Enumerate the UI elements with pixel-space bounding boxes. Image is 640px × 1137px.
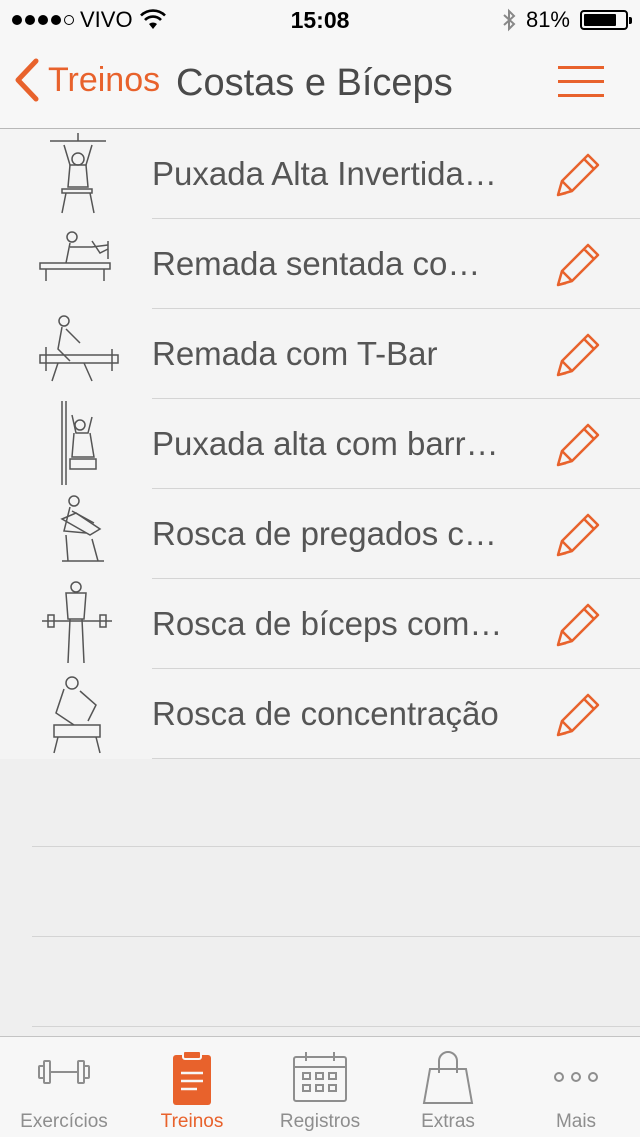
- exercise-illustration: [0, 129, 152, 219]
- tab-bar: Exercícios Treinos Registros Extras Mais: [0, 1036, 640, 1137]
- battery-percent: 81%: [525, 7, 570, 32]
- exercise-row[interactable]: Rosca de concentração: [0, 669, 640, 759]
- exercise-row[interactable]: Puxada Alta Invertida…: [0, 129, 640, 219]
- back-button[interactable]: Treinos: [14, 58, 160, 102]
- tab-exercicios[interactable]: Exercícios: [0, 1037, 128, 1137]
- pencil-icon[interactable]: [552, 689, 604, 741]
- tab-label: Treinos: [160, 1111, 224, 1132]
- status-bar: VIVO 15:08 81%: [0, 0, 640, 40]
- pencil-icon[interactable]: [552, 419, 604, 471]
- exercise-row[interactable]: Remada com T-Bar: [0, 309, 640, 399]
- exercise-list: Puxada Alta Invertida… Remada sentada co…: [0, 129, 640, 759]
- exercise-name: Rosca de concentração: [152, 695, 499, 732]
- battery-icon: [580, 10, 632, 30]
- empty-row: [0, 937, 640, 1027]
- hamburger-icon-line: [558, 80, 604, 83]
- exercise-illustration: [0, 669, 152, 759]
- status-right: 81%: [502, 7, 632, 33]
- calendar-icon: [291, 1049, 349, 1110]
- pencil-icon[interactable]: [552, 329, 604, 381]
- bluetooth-icon: [503, 8, 516, 32]
- exercise-name: Remada com T-Bar: [152, 335, 438, 372]
- pencil-icon[interactable]: [552, 239, 604, 291]
- tab-mais[interactable]: Mais: [512, 1037, 640, 1137]
- exercise-illustration: [0, 309, 152, 399]
- tab-extras[interactable]: Extras: [384, 1037, 512, 1137]
- exercise-illustration: [0, 219, 152, 309]
- empty-list-area: [0, 757, 640, 1027]
- tab-label: Mais: [555, 1111, 597, 1132]
- exercise-row[interactable]: Rosca de pregados c…: [0, 489, 640, 579]
- tab-label: Registros: [279, 1111, 361, 1132]
- shopping-bag-icon: [422, 1049, 474, 1112]
- dumbbell-icon: [35, 1049, 93, 1100]
- exercise-name: Puxada alta com barr…: [152, 425, 499, 462]
- exercise-name: Rosca de pregados c…: [152, 515, 497, 552]
- pencil-icon[interactable]: [552, 509, 604, 561]
- empty-row: [0, 757, 640, 847]
- exercise-illustration: [0, 489, 152, 579]
- tab-label: Exercícios: [20, 1111, 108, 1132]
- tab-label: Extras: [421, 1111, 475, 1132]
- exercise-name: Rosca de bíceps com…: [152, 605, 503, 642]
- navigation-bar: Treinos Costas e Bíceps: [0, 40, 640, 129]
- clipboard-icon: [169, 1049, 215, 1112]
- empty-row: [0, 847, 640, 937]
- exercise-row[interactable]: Remada sentada co…: [0, 219, 640, 309]
- hamburger-icon-line: [558, 66, 604, 69]
- exercise-row[interactable]: Rosca de bíceps com…: [0, 579, 640, 669]
- pencil-icon[interactable]: [552, 599, 604, 651]
- pencil-icon[interactable]: [552, 149, 604, 201]
- menu-button[interactable]: [558, 66, 604, 98]
- more-dots-icon: [551, 1049, 601, 1100]
- page-title: Costas e Bíceps: [176, 62, 453, 104]
- exercise-name: Remada sentada co…: [152, 245, 481, 282]
- exercise-illustration: [0, 579, 152, 669]
- exercise-row[interactable]: Puxada alta com barr…: [0, 399, 640, 489]
- tab-registros[interactable]: Registros: [256, 1037, 384, 1137]
- exercise-name: Puxada Alta Invertida…: [152, 155, 497, 192]
- exercise-illustration: [0, 399, 152, 489]
- chevron-left-icon: [14, 58, 40, 102]
- tab-treinos[interactable]: Treinos: [128, 1037, 256, 1137]
- back-button-label: Treinos: [48, 60, 161, 99]
- hamburger-icon-line: [558, 94, 604, 97]
